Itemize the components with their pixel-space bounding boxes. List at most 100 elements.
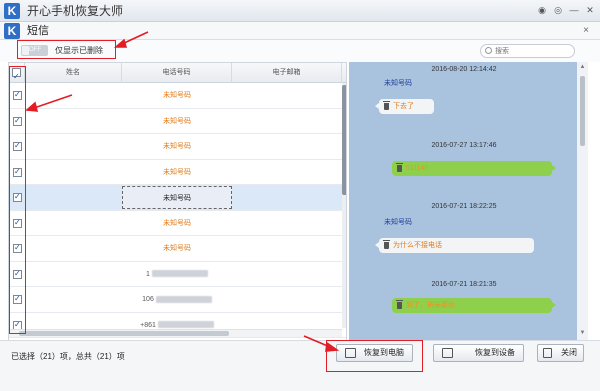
phone-number: 未知号码: [163, 195, 191, 202]
chat-icon[interactable]: ◎: [552, 4, 564, 16]
message-timestamp: 2016-07-21 18:21:35: [431, 281, 497, 288]
module-close-icon[interactable]: ×: [580, 25, 592, 37]
table-row[interactable]: 未知号码: [9, 83, 346, 109]
search-box[interactable]: [480, 44, 575, 58]
phone-number: 未知号码: [163, 92, 191, 99]
row-checkbox[interactable]: [13, 269, 22, 279]
phone-number: 未知号码: [163, 219, 191, 227]
column-header-email[interactable]: 电子邮箱: [232, 63, 342, 83]
close-icon[interactable]: ✕: [584, 4, 596, 16]
redacted-number: [151, 270, 208, 278]
incoming-message-bubble: 下去了: [375, 99, 434, 114]
phone-cell: 106: [122, 287, 232, 312]
table-horizontal-scroll-thumb[interactable]: [19, 331, 229, 336]
contact-table: 姓名 电话号码 电子邮箱 未知号码未知号码未知号码未知号码未知号码未知号码未知号…: [8, 62, 347, 342]
toggle-text: OFF: [29, 47, 41, 53]
app-title: 开心手机恢复大师: [27, 4, 124, 18]
trash-icon: [396, 300, 403, 309]
table-row[interactable]: 未知号码: [9, 236, 346, 262]
table-vertical-scroll-thumb[interactable]: [342, 85, 346, 195]
row-checkbox[interactable]: [13, 90, 22, 100]
column-header-name[interactable]: 姓名: [25, 63, 122, 83]
restore-to-pc-button[interactable]: 恢复到电脑: [336, 344, 413, 362]
message-text: 511140: [406, 165, 429, 172]
window-controls: ◉ ◎ — ✕: [536, 4, 596, 16]
row-checkbox[interactable]: [13, 116, 22, 126]
phone-number: 未知号码: [163, 117, 191, 125]
selection-status: 已选择（21）项，总共（21）项: [11, 352, 125, 361]
app-logo-icon: K: [4, 3, 20, 19]
message-preview-panel: 2016-08-20 12:14:42 未知号码下去了 2016-07-27 13:…: [349, 62, 588, 340]
filter-bar: OFF 仅显示已删除: [0, 40, 600, 62]
scroll-down-icon[interactable]: ▼: [579, 330, 586, 337]
message-text: 下去了: [393, 103, 414, 110]
search-input[interactable]: [495, 46, 571, 56]
chat-scroll-thumb[interactable]: [580, 76, 585, 146]
row-checkbox[interactable]: [13, 218, 22, 228]
title-bar: K 开心手机恢复大师 ◉ ◎ — ✕: [0, 0, 600, 22]
minimize-icon[interactable]: —: [568, 4, 580, 16]
table-header: 姓名 电话号码 电子邮箱: [9, 63, 346, 87]
message-timestamp: 2016-07-21 18:22:25: [431, 203, 497, 210]
trash-icon: [383, 240, 390, 249]
table-row[interactable]: 未知号码: [9, 210, 346, 236]
module-logo-icon: K: [4, 23, 20, 39]
footer-bar: 已选择（21）项，总共（21）项 恢复到电脑 恢复到设备 关闭: [0, 340, 600, 391]
select-all-checkbox[interactable]: [12, 67, 21, 87]
scroll-up-icon[interactable]: ▲: [579, 64, 586, 71]
phone-cell: 1: [122, 262, 232, 287]
table-horizontal-scrollbar[interactable]: [9, 329, 342, 337]
trash-icon: [396, 163, 403, 172]
search-icon: [485, 47, 492, 54]
close-button[interactable]: 关闭: [537, 344, 584, 362]
exit-icon: [543, 348, 552, 358]
row-checkbox[interactable]: [13, 192, 22, 202]
message-text: 到了，把米菜炒: [406, 302, 455, 309]
table-row[interactable]: 1: [9, 261, 346, 287]
wechat-icon[interactable]: ◉: [536, 4, 548, 16]
trash-icon: [383, 101, 390, 110]
outgoing-message-bubble: 511140: [392, 161, 556, 176]
table-row[interactable]: 未知号码: [9, 159, 346, 185]
restore-to-device-button[interactable]: 恢复到设备: [433, 344, 524, 362]
row-checkbox[interactable]: [13, 167, 22, 177]
module-title: 短信: [27, 25, 49, 37]
column-header-phone[interactable]: 电话号码: [122, 63, 232, 83]
phone-cell: 未知号码: [122, 83, 232, 108]
row-checkbox[interactable]: [13, 141, 22, 151]
table-row[interactable]: 未知号码: [9, 185, 346, 211]
table-row[interactable]: 106: [9, 287, 346, 313]
device-icon: [442, 348, 453, 358]
toggle-knob: [22, 46, 29, 55]
select-all-header: [9, 63, 25, 87]
show-deleted-toggle[interactable]: OFF: [21, 45, 48, 56]
table-row[interactable]: 未知号码: [9, 134, 346, 160]
redacted-number: [157, 321, 214, 329]
row-checkbox[interactable]: [13, 294, 22, 304]
phone-cell: 未知号码: [122, 160, 232, 185]
phone-cell: 未知号码: [122, 236, 232, 261]
restore-to-pc-label: 恢复到电脑: [364, 348, 404, 357]
phone-number: 未知号码: [163, 245, 191, 252]
table-row[interactable]: 未知号码: [9, 108, 346, 134]
message-timestamp: 2016-08-20 12:14:42: [431, 66, 497, 73]
message-timestamp: 2016-07-27 13:17:46: [431, 142, 497, 149]
phone-cell: 未知号码: [122, 211, 232, 236]
row-checkbox[interactable]: [13, 243, 22, 253]
phone-number: +861: [140, 321, 156, 329]
phone-number: 1: [146, 270, 150, 278]
chat-scrollbar[interactable]: ▲ ▼: [577, 62, 588, 340]
incoming-message-bubble: 为什么不接电话: [375, 238, 534, 253]
outgoing-message-bubble: 到了，把米菜炒: [392, 298, 556, 313]
restore-to-device-label: 恢复到设备: [475, 348, 515, 357]
table-vertical-scrollbar[interactable]: [342, 83, 346, 328]
message-sender: 未知号码: [384, 80, 412, 87]
phone-number: 未知号码: [163, 168, 191, 176]
close-label: 关闭: [561, 348, 577, 357]
phone-number: 106: [142, 296, 154, 303]
redacted-number: [155, 295, 212, 303]
phone-number: 未知号码: [163, 143, 191, 150]
message-text: 为什么不接电话: [393, 242, 442, 249]
show-deleted-label: 仅显示已删除: [55, 46, 103, 55]
computer-icon: [345, 348, 356, 358]
